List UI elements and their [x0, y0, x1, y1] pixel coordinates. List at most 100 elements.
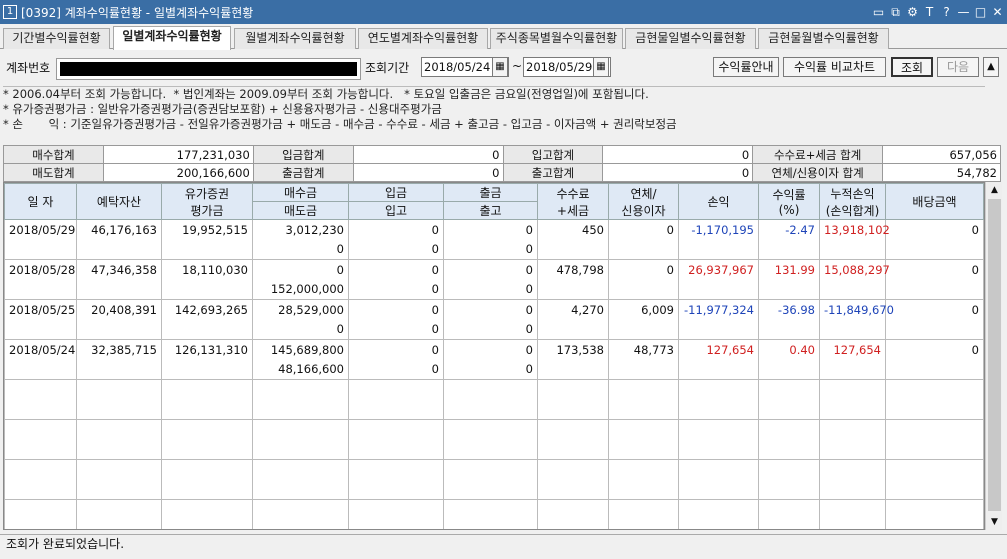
- cell-empty: [819, 519, 886, 529]
- table-row-sub[interactable]: 000: [4, 319, 984, 340]
- tab-stock-monthly-return[interactable]: 주식종목별월수익률현황: [490, 28, 623, 49]
- return-guide-button[interactable]: 수익률안내: [713, 57, 779, 77]
- cell-empty: [537, 439, 609, 460]
- summary-value: 657,056: [882, 145, 1001, 164]
- cell-empty: [758, 479, 820, 500]
- cell-empty: [819, 499, 886, 520]
- cell-empty: [819, 279, 886, 300]
- summary-label: 출금합계: [252, 163, 354, 182]
- table-row[interactable]: 2018/05/24 32,385,715 126,131,310 145,689,8…: [4, 339, 984, 360]
- summary-label: 입금합계: [252, 145, 354, 164]
- summary-label: 출고합계: [502, 163, 604, 182]
- cell-out-cash: 0: [443, 259, 538, 280]
- daily-return-grid[interactable]: 일 자 예탁자산 유가증권 평가금 매수금 입금 출금 수수료 +세금 연체/신용이…: [3, 182, 985, 530]
- maximize-icon[interactable]: □: [973, 5, 988, 19]
- cell-sell: 0: [252, 319, 349, 340]
- tile-icon[interactable]: ▭: [871, 5, 886, 19]
- calendar-to-icon[interactable]: ▦: [593, 57, 609, 77]
- table-row-empty: [4, 419, 984, 440]
- cell-deposit: 46,176,163: [76, 219, 162, 240]
- minimize-icon[interactable]: —: [956, 5, 971, 19]
- cell-buy: 28,529,000: [252, 299, 349, 320]
- cell-out-cash: 0: [443, 299, 538, 320]
- query-button[interactable]: 조회: [891, 57, 933, 77]
- cell-empty: [885, 359, 984, 380]
- table-row[interactable]: 2018/05/28 47,346,358 18,110,030 0 0 0 478,798…: [4, 259, 984, 280]
- cell-empty: [4, 439, 77, 460]
- summary-value: 177,231,030: [102, 145, 254, 164]
- cell-empty: [76, 319, 162, 340]
- grid-scrollbar[interactable]: ▲ ▼: [985, 182, 1002, 530]
- table-row-sub[interactable]: 48,166,600 0 0: [4, 359, 984, 380]
- cell-empty: [76, 459, 162, 480]
- close-icon[interactable]: ✕: [990, 5, 1005, 19]
- cell-empty: [443, 379, 538, 400]
- account-label: 계좌번호: [6, 61, 51, 75]
- scroll-down-icon[interactable]: ▼: [986, 514, 1003, 530]
- help-icon[interactable]: ?: [939, 5, 954, 19]
- cell-empty: [608, 419, 679, 440]
- tab-period-return[interactable]: 기간별수익률현황: [3, 28, 110, 49]
- cell-empty: [443, 419, 538, 440]
- cell-empty: [161, 459, 253, 480]
- cell-out-cash: 0: [443, 219, 538, 240]
- tab-gold-daily-return[interactable]: 금현물일별수익률현황: [625, 28, 756, 49]
- cell-empty: [885, 319, 984, 340]
- cell-sell: 0: [252, 239, 349, 260]
- return-compare-chart-button[interactable]: 수익률 비교차트: [783, 57, 886, 77]
- font-icon[interactable]: T: [922, 5, 937, 19]
- col-header-buy: 매수금: [252, 183, 349, 202]
- cell-empty: [758, 279, 820, 300]
- cell-empty: [537, 279, 609, 300]
- table-row[interactable]: 2018/05/29 46,176,163 19,952,515 3,012,230 0…: [4, 219, 984, 240]
- cell-out-stock: 0: [443, 359, 538, 380]
- window-number-badge: 1: [3, 5, 17, 19]
- cell-empty: [161, 519, 253, 529]
- settings-icon[interactable]: ⚙: [905, 5, 920, 19]
- col-header-securities: 유가증권 평가금: [161, 183, 253, 220]
- tab-daily-account-return[interactable]: 일별계좌수익률현황: [113, 26, 231, 50]
- restore-window-icon[interactable]: ⧉: [888, 5, 903, 20]
- cell-buy: 0: [252, 259, 349, 280]
- calendar-from-icon[interactable]: ▦: [492, 57, 508, 77]
- cell-empty: [76, 379, 162, 400]
- header-line: 누적손익: [830, 186, 875, 201]
- col-header-fee: 수수료 +세금: [537, 183, 609, 220]
- scroll-thumb[interactable]: [988, 199, 1001, 511]
- cell-empty: [161, 499, 253, 520]
- table-row-empty: [4, 519, 984, 529]
- cell-empty: [4, 359, 77, 380]
- table-row-sub[interactable]: 000: [4, 239, 984, 260]
- collapse-up-icon[interactable]: ▲: [983, 57, 999, 77]
- cell-securities: 19,952,515: [161, 219, 253, 240]
- account-number-field[interactable]: [56, 58, 361, 80]
- cell-empty: [678, 479, 759, 500]
- tab-bar: 기간별수익률현황 일별계좌수익률현황 월별계좌수익률현황 연도별계좌수익률현황 …: [0, 26, 1007, 50]
- col-header-interest: 연체/신용이자: [608, 183, 679, 220]
- cell-empty: [443, 399, 538, 420]
- cell-empty: [76, 419, 162, 440]
- header-line: 수수료: [556, 186, 590, 201]
- summary-value: 54,782: [882, 163, 1001, 182]
- cell-in-stock: 0: [348, 279, 444, 300]
- cell-fee: 478,798: [537, 259, 609, 280]
- cell-pnl: -11,977,324: [678, 299, 759, 320]
- summary-label: 매도합계: [3, 163, 104, 182]
- cell-empty: [758, 239, 820, 260]
- cell-empty: [678, 279, 759, 300]
- cell-empty: [252, 439, 349, 460]
- tab-monthly-account-return[interactable]: 월별계좌수익률현황: [234, 28, 356, 49]
- cell-empty: [443, 499, 538, 520]
- next-button[interactable]: 다음: [937, 57, 979, 77]
- cell-empty: [758, 319, 820, 340]
- tab-yearly-account-return[interactable]: 연도별계좌수익률현황: [358, 28, 488, 49]
- cell-empty: [885, 519, 984, 529]
- tab-gold-monthly-return[interactable]: 금현물월별수익률현황: [758, 28, 889, 49]
- table-row[interactable]: 2018/05/25 20,408,391 142,693,265 28,529,00…: [4, 299, 984, 320]
- table-row-sub[interactable]: 152,000,000 0 0: [4, 279, 984, 300]
- cell-dividend: 0: [885, 259, 984, 280]
- cell-cumulative-pnl: 15,088,297: [819, 259, 890, 280]
- scroll-up-icon[interactable]: ▲: [986, 182, 1003, 198]
- cell-out-stock: 0: [443, 239, 538, 260]
- cell-empty: [348, 499, 444, 520]
